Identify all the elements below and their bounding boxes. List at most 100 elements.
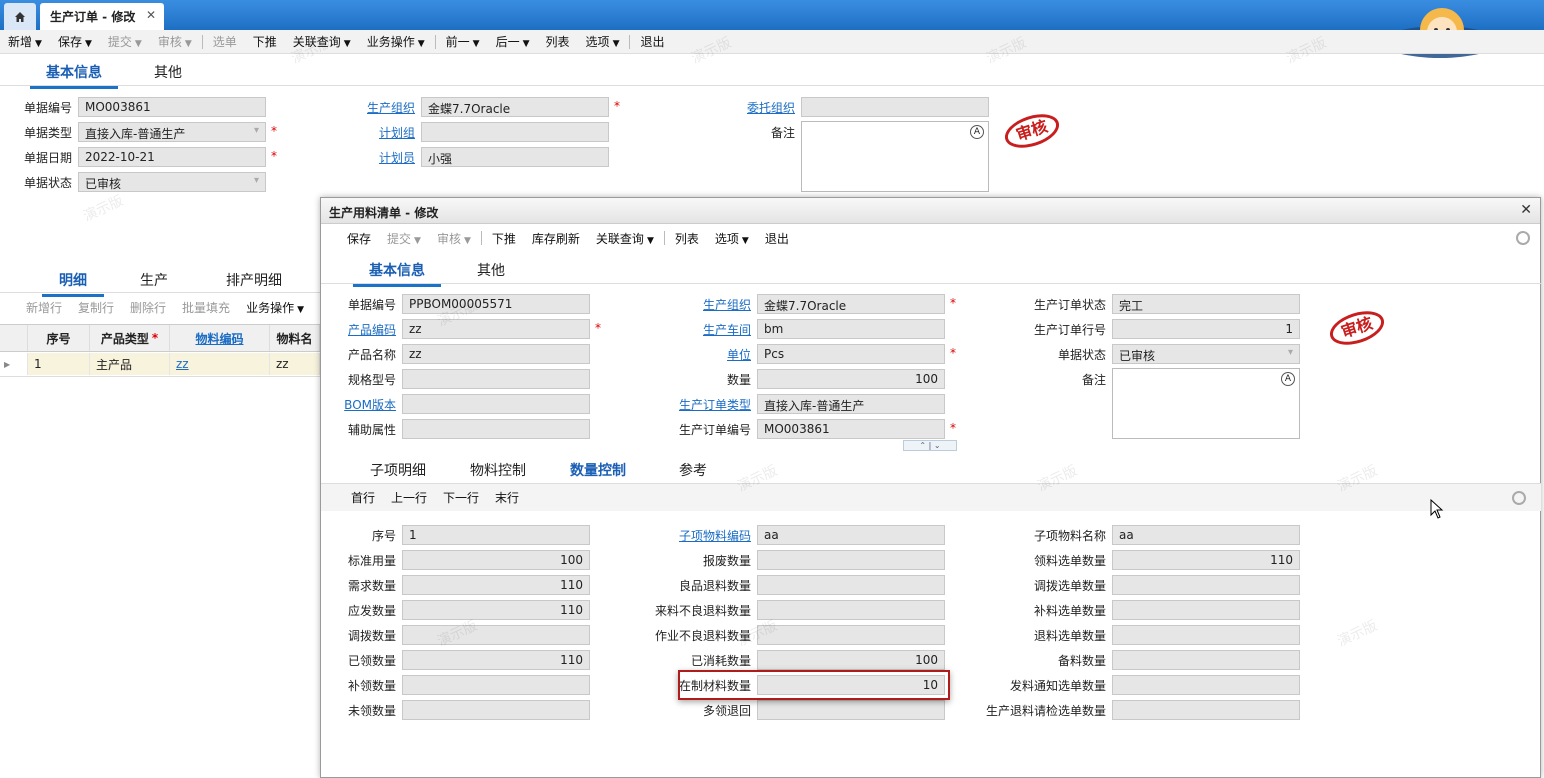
toolbar-button[interactable]: 列表 bbox=[538, 33, 578, 50]
expand-editor-icon[interactable]: A bbox=[970, 125, 984, 139]
qty-field[interactable]: 100 bbox=[757, 369, 945, 389]
planner-field[interactable]: 小强 bbox=[421, 147, 609, 167]
chevron-down-icon[interactable]: ▼ bbox=[297, 305, 304, 315]
qty-field[interactable] bbox=[757, 550, 945, 570]
tab-production-order[interactable]: 生产订单 - 修改 ✕ bbox=[40, 3, 164, 30]
aux-prop-field[interactable] bbox=[402, 419, 590, 439]
toolbar-button[interactable]: 选项 ▼ bbox=[578, 33, 628, 50]
chevron-down-icon[interactable]: ▼ bbox=[85, 39, 92, 49]
chevron-down-icon[interactable]: ▼ bbox=[523, 39, 530, 49]
qty-label[interactable]: 子项物料编码 bbox=[621, 527, 751, 544]
prod-org-field[interactable]: 金蝶7.7Oracle bbox=[421, 97, 609, 117]
qty-field[interactable]: 110 bbox=[402, 575, 590, 595]
cell-material-code[interactable]: zz bbox=[170, 353, 270, 375]
row-nav-button[interactable]: 下一行 bbox=[435, 489, 487, 506]
detail-toolbar-button[interactable]: 删除行 bbox=[122, 299, 174, 316]
toolbar-button[interactable]: 新增 ▼ bbox=[0, 33, 50, 50]
prod-org-link[interactable]: 生产组织 bbox=[340, 99, 415, 116]
mo-row-field[interactable]: 1 bbox=[1112, 319, 1300, 339]
qty-field[interactable]: 100 bbox=[402, 550, 590, 570]
chevron-down-icon[interactable]: ▼ bbox=[742, 236, 749, 246]
qty-field[interactable] bbox=[1112, 675, 1300, 695]
qty-field[interactable] bbox=[402, 675, 590, 695]
mo-no-field[interactable]: MO003861 bbox=[757, 419, 945, 439]
row-nav-button[interactable]: 末行 bbox=[487, 489, 527, 506]
entrust-org-link[interactable]: 委托组织 bbox=[710, 99, 795, 116]
toolbar-button[interactable]: 下推 bbox=[245, 33, 285, 50]
prod-org-link[interactable]: 生产组织 bbox=[661, 296, 751, 313]
qty-field[interactable]: 110 bbox=[402, 600, 590, 620]
chevron-down-icon[interactable]: ▼ bbox=[185, 39, 192, 49]
mo-type-link[interactable]: 生产订单类型 bbox=[661, 396, 751, 413]
dialog-toolbar-button[interactable]: 关联查询 ▼ bbox=[588, 230, 662, 247]
detail-toolbar-button[interactable]: 新增行 bbox=[18, 299, 70, 316]
workshop-field[interactable]: bm bbox=[757, 319, 945, 339]
dialog-toolbar-button[interactable]: 列表 bbox=[667, 230, 707, 247]
qty-field[interactable] bbox=[757, 625, 945, 645]
toolbar-button[interactable]: 后一 ▼ bbox=[488, 33, 538, 50]
chevron-down-icon[interactable]: ▼ bbox=[613, 39, 620, 49]
chevron-down-icon[interactable]: ▼ bbox=[473, 39, 480, 49]
qty-field[interactable] bbox=[757, 700, 945, 720]
table-row[interactable]: ▶ 1 主产品 zz zz bbox=[0, 353, 320, 375]
dialog-toolbar-button[interactable]: 保存 bbox=[339, 230, 379, 247]
unit-link[interactable]: 单位 bbox=[661, 346, 751, 363]
qty-field[interactable]: aa bbox=[1112, 525, 1300, 545]
gear-icon[interactable] bbox=[1516, 231, 1530, 245]
qty-field[interactable] bbox=[1112, 650, 1300, 670]
qty-field[interactable] bbox=[402, 625, 590, 645]
detail-toolbar-button[interactable]: 复制行 bbox=[70, 299, 122, 316]
qty-field[interactable] bbox=[757, 575, 945, 595]
row-nav-button[interactable]: 上一行 bbox=[383, 489, 435, 506]
qty-field[interactable]: 110 bbox=[1112, 550, 1300, 570]
chevron-down-icon[interactable]: ▼ bbox=[414, 236, 421, 246]
bill-type-select[interactable]: 直接入库-普通生产 bbox=[78, 122, 266, 142]
dialog-toolbar-button[interactable]: 提交 ▼ bbox=[379, 230, 429, 247]
bom-version-link[interactable]: BOM版本 bbox=[329, 396, 396, 413]
unit-field[interactable]: Pcs bbox=[757, 344, 945, 364]
toolbar-button[interactable]: 关联查询 ▼ bbox=[285, 33, 359, 50]
qty-field[interactable]: aa bbox=[757, 525, 945, 545]
qty-field[interactable] bbox=[402, 700, 590, 720]
home-tab[interactable] bbox=[4, 3, 36, 30]
chevron-down-icon[interactable]: ▼ bbox=[418, 39, 425, 49]
remark-textarea[interactable]: A bbox=[1112, 368, 1300, 439]
bill-status-select[interactable]: 已审核 bbox=[1112, 344, 1300, 364]
toolbar-button[interactable]: 保存 ▼ bbox=[50, 33, 100, 50]
qty-field[interactable] bbox=[1112, 600, 1300, 620]
entrust-org-field[interactable] bbox=[801, 97, 989, 117]
dialog-toolbar-button[interactable]: 下推 bbox=[484, 230, 524, 247]
qty-field[interactable] bbox=[1112, 625, 1300, 645]
qty-field[interactable]: 110 bbox=[402, 650, 590, 670]
mo-status-field[interactable]: 完工 bbox=[1112, 294, 1300, 314]
dialog-toolbar-button[interactable]: 库存刷新 bbox=[524, 230, 588, 247]
bill-no-field[interactable]: PPBOM00005571 bbox=[402, 294, 590, 314]
workshop-link[interactable]: 生产车间 bbox=[661, 321, 751, 338]
close-icon[interactable]: ✕ bbox=[1520, 202, 1532, 218]
close-tab-icon[interactable]: ✕ bbox=[146, 8, 156, 22]
expand-editor-icon[interactable]: A bbox=[1281, 372, 1295, 386]
product-name-field[interactable]: zz bbox=[402, 344, 590, 364]
chevron-down-icon[interactable]: ▼ bbox=[464, 236, 471, 246]
gear-icon[interactable] bbox=[1512, 491, 1526, 505]
planner-link[interactable]: 计划员 bbox=[340, 149, 415, 166]
dialog-toolbar-button[interactable]: 退出 bbox=[757, 230, 797, 247]
plan-group-field[interactable] bbox=[421, 122, 609, 142]
toolbar-button[interactable]: 提交 ▼ bbox=[100, 33, 150, 50]
toolbar-button[interactable]: 审核 ▼ bbox=[150, 33, 200, 50]
toolbar-button[interactable]: 选单 bbox=[205, 33, 245, 50]
collapse-toggle[interactable]: ⌃ | ⌄ bbox=[903, 440, 957, 451]
chevron-down-icon[interactable]: ▼ bbox=[344, 39, 351, 49]
spec-field[interactable] bbox=[402, 369, 590, 389]
toolbar-button[interactable]: 前一 ▼ bbox=[438, 33, 488, 50]
chevron-down-icon[interactable]: ▼ bbox=[647, 236, 654, 246]
dialog-toolbar-button[interactable]: 审核 ▼ bbox=[429, 230, 479, 247]
col-seq[interactable]: 序号 bbox=[28, 325, 90, 351]
toolbar-button[interactable]: 业务操作 ▼ bbox=[359, 33, 433, 50]
product-code-link[interactable]: 产品编码 bbox=[329, 321, 396, 338]
col-material-code[interactable]: 物料编码 bbox=[170, 325, 270, 351]
row-nav-button[interactable]: 首行 bbox=[343, 489, 383, 506]
bom-version-field[interactable] bbox=[402, 394, 590, 414]
col-product-type[interactable]: 产品类型 * bbox=[90, 325, 170, 351]
dialog-toolbar-button[interactable]: 选项 ▼ bbox=[707, 230, 757, 247]
